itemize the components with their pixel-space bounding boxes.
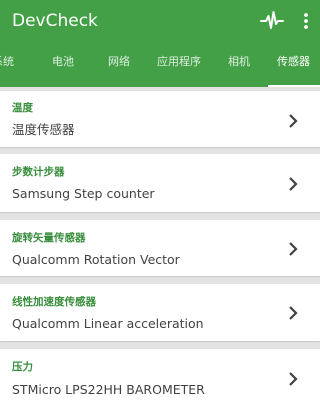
tab-sensors[interactable]: 传感器 bbox=[277, 54, 310, 70]
chevron-right-icon bbox=[289, 306, 298, 320]
app-title: DevCheck bbox=[12, 11, 98, 31]
sensor-card-pressure[interactable]: 压力 STMicro LPS22HH BAROMETER bbox=[0, 349, 320, 408]
sensor-value: STMicro LPS22HH BAROMETER bbox=[12, 382, 205, 397]
chevron-right-icon bbox=[289, 114, 298, 128]
sensor-title: 步数计步器 bbox=[12, 166, 65, 178]
sensor-value: 温度传感器 bbox=[12, 122, 75, 137]
tab-battery[interactable]: 电池 bbox=[52, 54, 74, 70]
sensor-title: 线性加速度传感器 bbox=[12, 296, 96, 308]
app-bar: DevCheck 系统 电池 网络 应用程序 相机 传感器 bbox=[0, 0, 320, 87]
chevron-right-icon bbox=[289, 372, 298, 386]
sensor-card-rotation-vector[interactable]: 旋转矢量传感器 Qualcomm Rotation Vector bbox=[0, 220, 320, 276]
tab-network[interactable]: 网络 bbox=[108, 54, 130, 70]
sensor-value: Samsung Step counter bbox=[12, 186, 155, 201]
sensor-title: 压力 bbox=[12, 361, 33, 373]
tab-camera[interactable]: 相机 bbox=[228, 54, 250, 70]
sensor-card-temperature[interactable]: 温度 温度传感器 bbox=[0, 91, 320, 147]
chevron-right-icon bbox=[289, 177, 298, 191]
sensor-title: 温度 bbox=[12, 102, 33, 114]
sensor-value: Qualcomm Linear acceleration bbox=[12, 316, 204, 331]
sensor-card-step-counter[interactable]: 步数计步器 Samsung Step counter bbox=[0, 154, 320, 212]
tab-system[interactable]: 系统 bbox=[0, 54, 14, 70]
sensor-title: 旋转矢量传感器 bbox=[12, 232, 86, 244]
sensor-card-linear-acceleration[interactable]: 线性加速度传感器 Qualcomm Linear acceleration bbox=[0, 284, 320, 341]
sensor-value: Qualcomm Rotation Vector bbox=[12, 252, 180, 267]
chevron-right-icon bbox=[289, 242, 298, 256]
pulse-icon[interactable] bbox=[260, 9, 284, 33]
tab-bar: 系统 电池 网络 应用程序 相机 传感器 bbox=[0, 42, 320, 87]
tab-apps[interactable]: 应用程序 bbox=[157, 54, 201, 70]
more-vert-icon[interactable] bbox=[300, 10, 312, 32]
tab-indicator bbox=[268, 85, 320, 87]
